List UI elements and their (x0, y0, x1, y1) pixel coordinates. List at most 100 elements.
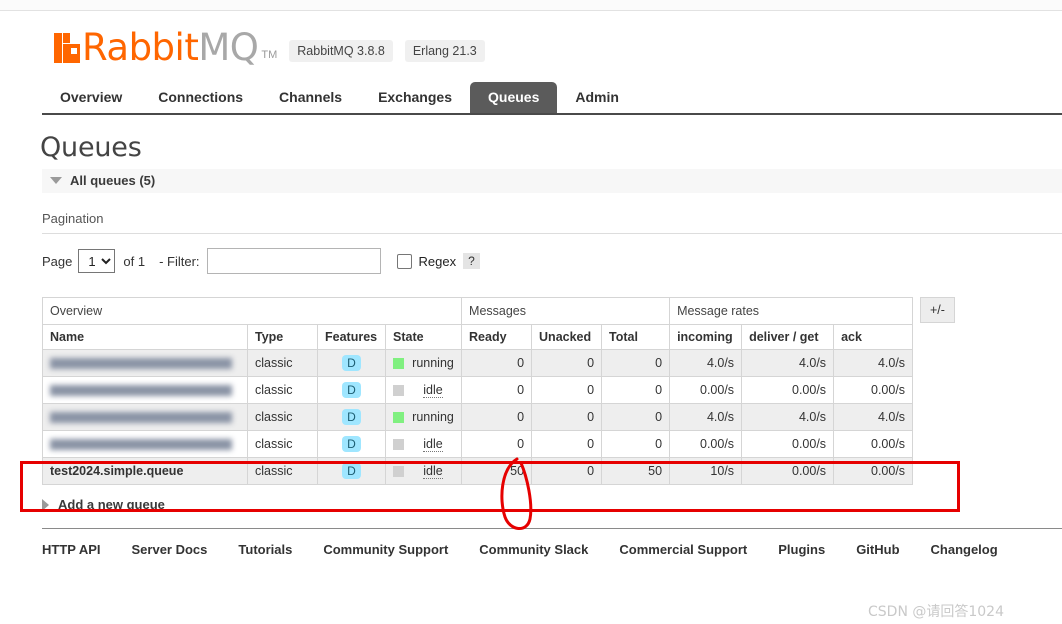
footer-link-http-api[interactable]: HTTP API (42, 542, 101, 557)
tab-queues[interactable]: Queues (470, 82, 558, 113)
cell-queue-type: classic (247, 376, 318, 404)
redacted-queue-name (50, 411, 233, 423)
cell-queue-state: running (384, 349, 463, 377)
regex-checkbox[interactable] (396, 253, 412, 269)
column-header-features: Features (317, 324, 386, 350)
cell-rate-deliver-get: 0.00/s (741, 430, 835, 458)
column-header-unacked[interactable]: Unacked (531, 324, 603, 350)
cell-queue-name[interactable] (42, 376, 248, 404)
all-queues-label: All queues (5) (70, 173, 156, 188)
browser-top-strip (0, 0, 1062, 11)
cell-queue-state: idle (384, 430, 463, 458)
footer-link-community-support[interactable]: Community Support (323, 542, 448, 557)
page-total-label: of 1 (123, 253, 146, 269)
main-navigation: Overview Connections Channels Exchanges … (42, 81, 1062, 115)
cell-queue-type: classic (247, 403, 318, 431)
durable-badge[interactable]: D (342, 355, 361, 371)
pagination-controls: Page 1 of 1 - Filter: Regex ? (42, 248, 1062, 274)
tab-overview[interactable]: Overview (42, 82, 140, 113)
rabbitmq-logo-icon (54, 33, 80, 63)
help-icon[interactable]: ? (463, 253, 480, 269)
redacted-queue-name (50, 384, 233, 396)
cell-messages-unacked: 0 (531, 376, 603, 404)
state-label: running (412, 356, 454, 370)
cell-rate-deliver-get: 0.00/s (741, 376, 835, 404)
table-row: classic Drunning 0 0 0 4.0/s 4.0/s 4.0/s (42, 403, 914, 431)
toggle-columns-button[interactable]: +/- (920, 297, 955, 323)
cell-messages-ready: 0 (461, 349, 533, 377)
cell-queue-name[interactable] (42, 349, 248, 377)
cell-queue-features: D (317, 403, 386, 431)
app-header: Rabbit MQ TM RabbitMQ 3.8.8 Erlang 21.3 (0, 11, 1062, 67)
group-header-overview: Overview (41, 297, 463, 325)
tab-connections[interactable]: Connections (140, 82, 261, 113)
page-label: Page (42, 253, 73, 269)
tab-admin[interactable]: Admin (557, 82, 637, 113)
table-group-header-row: Overview Messages Message rates (41, 297, 914, 325)
column-header-ready[interactable]: Ready (461, 324, 533, 350)
chevron-down-icon (50, 177, 62, 184)
cell-rate-incoming: 0.00/s (669, 430, 743, 458)
cell-queue-name[interactable] (42, 430, 248, 458)
column-header-deliver-get[interactable]: deliver / get (741, 324, 835, 350)
logo-trademark: TM (261, 49, 278, 61)
state-indicator-icon (393, 357, 404, 369)
table-row: classic Didle 0 0 0 0.00/s 0.00/s 0.00/s (42, 376, 914, 404)
footer-link-server-docs[interactable]: Server Docs (132, 542, 208, 557)
group-header-message-rates: Message rates (669, 297, 914, 325)
footer-link-community-slack[interactable]: Community Slack (479, 542, 588, 557)
redacted-queue-name (50, 357, 233, 369)
state-label: idle (423, 382, 443, 398)
page-select[interactable]: 1 (78, 249, 116, 273)
durable-badge[interactable]: D (342, 463, 361, 479)
all-queues-toggle[interactable]: All queues (5) (42, 169, 1062, 193)
durable-badge[interactable]: D (342, 382, 361, 398)
cell-messages-ready: 50 (461, 457, 533, 485)
add-new-queue-label: Add a new queue (58, 497, 165, 512)
page-root: Rabbit MQ TM RabbitMQ 3.8.8 Erlang 21.3 O… (0, 11, 1062, 557)
cell-rate-incoming: 4.0/s (669, 349, 743, 377)
column-header-name[interactable]: Name (42, 324, 248, 350)
footer-link-tutorials[interactable]: Tutorials (238, 542, 292, 557)
group-header-messages: Messages (461, 297, 671, 325)
cell-rate-ack: 4.0/s (833, 349, 914, 377)
tab-exchanges[interactable]: Exchanges (360, 82, 470, 113)
filter-label: - Filter: (159, 253, 200, 269)
cell-rate-deliver-get: 0.00/s (741, 457, 835, 485)
regex-option[interactable]: Regex (396, 253, 456, 269)
cell-queue-state: idle (384, 376, 463, 404)
erlang-version-badge: Erlang 21.3 (404, 40, 485, 62)
cell-messages-ready: 0 (461, 403, 533, 431)
durable-badge[interactable]: D (342, 436, 361, 452)
cell-queue-type: classic (247, 430, 318, 458)
table-row: classic Drunning 0 0 0 4.0/s 4.0/s 4.0/s (42, 349, 914, 377)
cell-queue-state: running (384, 403, 463, 431)
column-header-type[interactable]: Type (247, 324, 318, 350)
cell-queue-name[interactable] (42, 403, 248, 431)
state-label: idle (423, 436, 443, 452)
column-header-incoming[interactable]: incoming (669, 324, 743, 350)
cell-messages-ready: 0 (461, 430, 533, 458)
column-header-total[interactable]: Total (601, 324, 671, 350)
cell-messages-total: 50 (601, 457, 671, 485)
cell-queue-name[interactable]: test2024.simple.queue (42, 457, 248, 485)
tab-channels[interactable]: Channels (261, 82, 360, 113)
cell-rate-ack: 4.0/s (833, 403, 914, 431)
cell-queue-features: D (317, 349, 386, 377)
cell-messages-unacked: 0 (531, 457, 603, 485)
footer-link-plugins[interactable]: Plugins (778, 542, 825, 557)
footer-link-changelog[interactable]: Changelog (931, 542, 998, 557)
cell-rate-deliver-get: 4.0/s (741, 349, 835, 377)
durable-badge[interactable]: D (342, 409, 361, 425)
cell-messages-unacked: 0 (531, 430, 603, 458)
footer-link-commercial-support[interactable]: Commercial Support (619, 542, 747, 557)
column-header-state: State (384, 324, 463, 350)
footer-link-github[interactable]: GitHub (856, 542, 899, 557)
queues-table-wrapper: Overview Messages Message rates Name Typ… (41, 297, 1062, 485)
watermark: CSDN @请回答1024 (868, 604, 1004, 620)
add-new-queue-toggle[interactable]: Add a new queue (42, 497, 1062, 512)
state-indicator-icon (393, 465, 404, 477)
cell-rate-ack: 0.00/s (833, 430, 914, 458)
filter-input[interactable] (206, 248, 381, 274)
column-header-ack[interactable]: ack (833, 324, 914, 350)
